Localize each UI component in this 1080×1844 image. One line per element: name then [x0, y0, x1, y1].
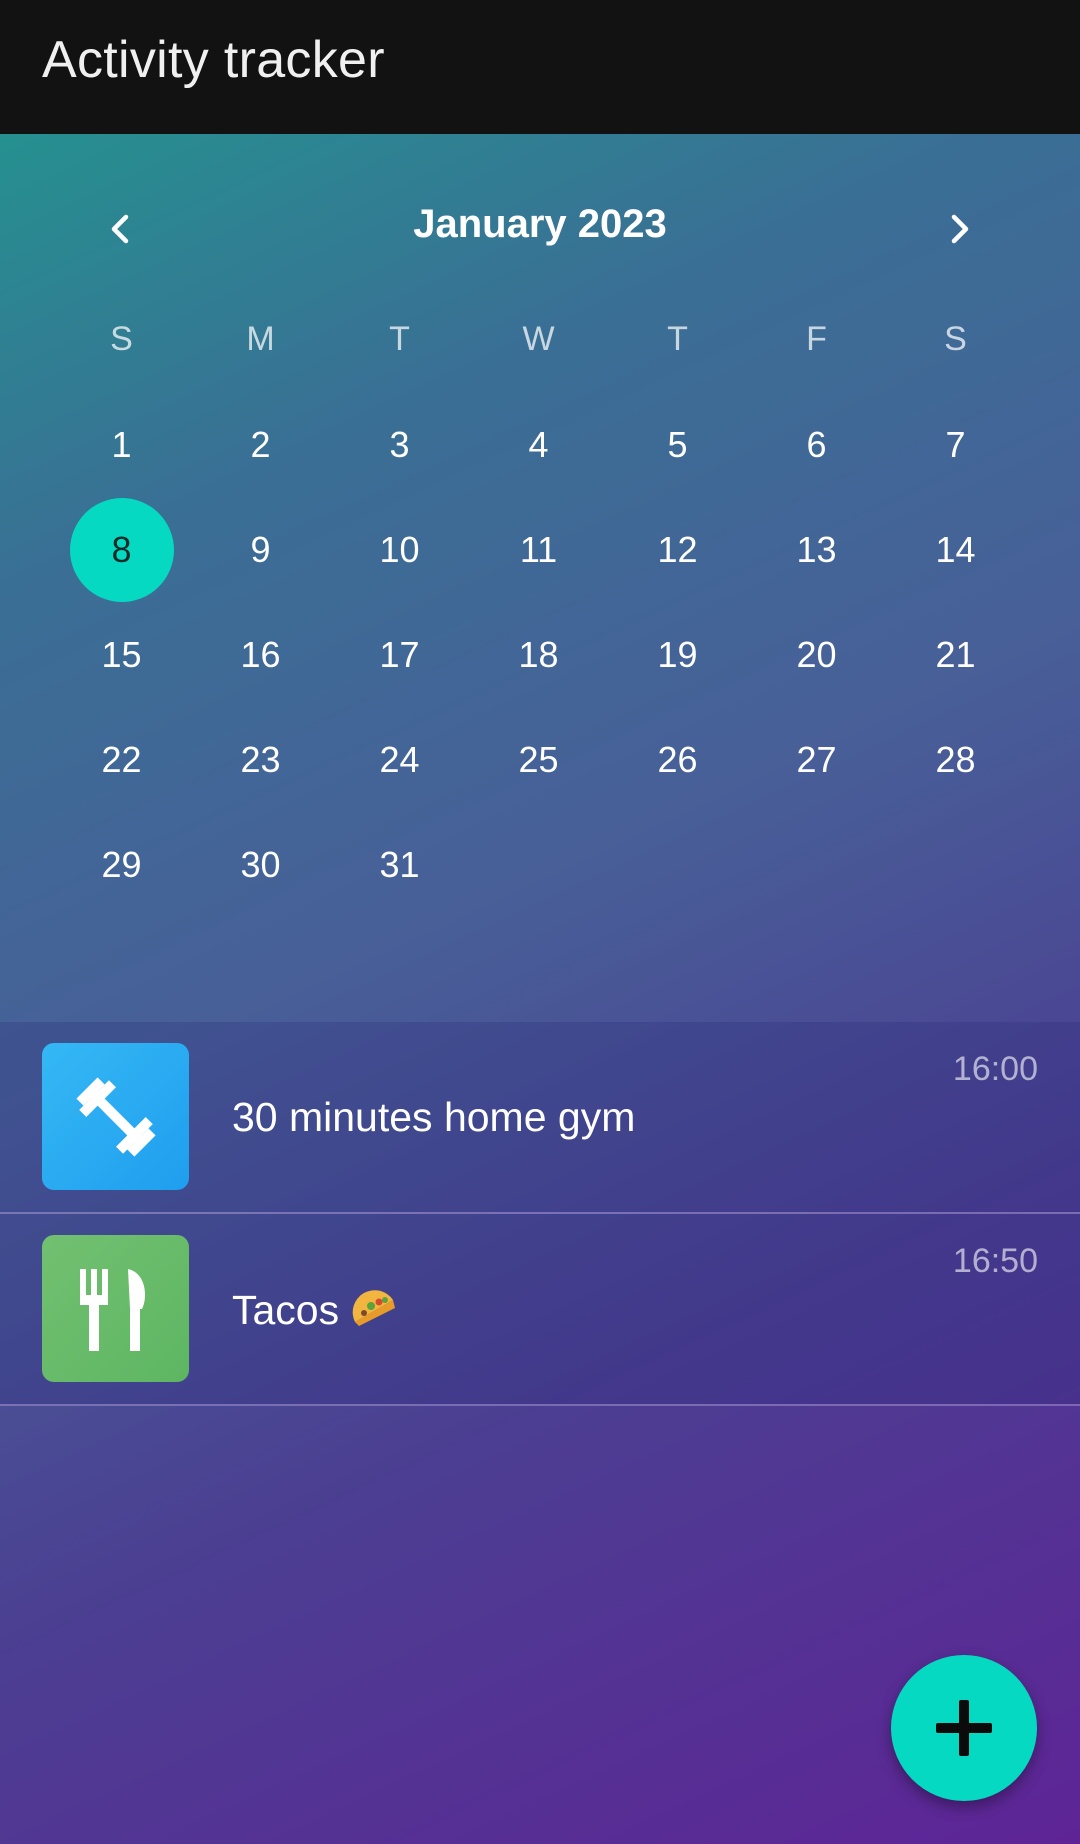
activity-time: 16:00 — [952, 1050, 1038, 1088]
calendar-day-number: 19 — [657, 633, 698, 675]
calendar-day-selected[interactable]: 8 — [52, 497, 191, 602]
month-label: January 2023 — [413, 202, 667, 246]
weekday-label: W — [522, 320, 555, 358]
calendar-day-number: 11 — [519, 528, 558, 570]
weekday-label: T — [667, 320, 688, 358]
calendar-day[interactable]: 27 — [747, 707, 886, 812]
calendar-day[interactable]: 11 — [469, 497, 608, 602]
activity-item-tacos[interactable]: Tacos 16:50 — [0, 1214, 1080, 1406]
activity-label: 30 minutes home gym — [232, 1094, 636, 1140]
calendar-day[interactable]: 31 — [330, 812, 469, 917]
activity-time: 16:50 — [952, 1242, 1038, 1280]
calendar-day-number: 2 — [250, 423, 271, 465]
calendar-day-number: 20 — [796, 633, 837, 675]
weekday-header-row: S M T W T F S — [52, 320, 1024, 359]
calendar-day[interactable]: 10 — [330, 497, 469, 602]
calendar-day-number: 30 — [240, 843, 281, 885]
calendar-day[interactable]: 16 — [191, 602, 330, 707]
calendar-day-number: 1 — [111, 423, 132, 465]
calendar-day[interactable]: 7 — [886, 392, 1025, 497]
calendar-day-number: 26 — [657, 738, 698, 780]
activity-item-gym[interactable]: 30 minutes home gym 16:00 — [0, 1022, 1080, 1214]
calendar-day-number: 7 — [945, 423, 966, 465]
calendar-day-number: 18 — [518, 633, 559, 675]
calendar-day[interactable]: 24 — [330, 707, 469, 812]
calendar-day[interactable]: 22 — [52, 707, 191, 812]
add-activity-button[interactable] — [891, 1655, 1037, 1801]
calendar-day-number: 28 — [935, 738, 976, 780]
weekday-label: S — [110, 320, 133, 358]
calendar-day[interactable]: 15 — [52, 602, 191, 707]
calendar-day[interactable]: 2 — [191, 392, 330, 497]
app-title: Activity tracker — [42, 31, 385, 89]
calendar-day-number: 5 — [667, 423, 688, 465]
weekday-label: M — [246, 320, 275, 358]
activity-label: Tacos — [232, 1286, 399, 1340]
calendar-day[interactable]: 13 — [747, 497, 886, 602]
calendar-day-number: 22 — [101, 738, 142, 780]
weekday-label: F — [806, 320, 827, 358]
activity-thumbnail — [42, 1235, 189, 1382]
calendar-day[interactable]: 28 — [886, 707, 1025, 812]
calendar-day[interactable]: 3 — [330, 392, 469, 497]
calendar-day-number: 15 — [101, 633, 142, 675]
calendar-day-number: 8 — [111, 528, 132, 570]
calendar-day-number: 31 — [379, 843, 420, 885]
calendar-day[interactable]: 21 — [886, 602, 1025, 707]
calendar-day[interactable]: 5 — [608, 392, 747, 497]
calendar-day-number: 21 — [935, 633, 976, 675]
calendar-day[interactable]: 25 — [469, 707, 608, 812]
calendar: January 2023 S M T W T F S 1 2 3 4 5 6 7 8 9 10 11… — [0, 134, 1080, 1022]
calendar-day[interactable]: 23 — [191, 707, 330, 812]
calendar-days-grid: 1 2 3 4 5 6 7 8 9 10 11 12 13 14 15 16 17 18 19 20 21 22 23 24 2… — [52, 392, 1024, 917]
plus-icon — [936, 1700, 992, 1756]
calendar-day-number: 3 — [389, 423, 410, 465]
calendar-day[interactable]: 18 — [469, 602, 608, 707]
calendar-day[interactable]: 30 — [191, 812, 330, 917]
weekday-label: T — [389, 320, 410, 358]
calendar-day-number: 4 — [528, 423, 549, 465]
calendar-day-number: 24 — [379, 738, 420, 780]
previous-month-button[interactable] — [86, 194, 156, 264]
calendar-day[interactable]: 9 — [191, 497, 330, 602]
calendar-day-number: 6 — [806, 423, 827, 465]
calendar-day-number: 29 — [101, 843, 142, 885]
activity-list: 30 minutes home gym 16:00 Tacos 16:50 — [0, 1022, 1080, 1406]
calendar-day-number: 17 — [379, 633, 420, 675]
calendar-day[interactable]: 20 — [747, 602, 886, 707]
calendar-day[interactable]: 12 — [608, 497, 747, 602]
calendar-day[interactable]: 17 — [330, 602, 469, 707]
calendar-day-number: 16 — [240, 633, 281, 675]
weekday-label: S — [944, 320, 967, 358]
calendar-header: January 2023 — [0, 194, 1080, 264]
calendar-day-number: 23 — [240, 738, 281, 780]
fork-knife-icon — [79, 1268, 145, 1351]
calendar-day-number: 12 — [657, 528, 698, 570]
calendar-day[interactable]: 6 — [747, 392, 886, 497]
chevron-right-icon — [951, 214, 969, 244]
calendar-day-number: 13 — [796, 528, 837, 570]
calendar-day-number: 27 — [796, 738, 837, 780]
calendar-day-number: 25 — [518, 738, 559, 780]
calendar-day-number: 14 — [935, 528, 976, 570]
calendar-day[interactable]: 14 — [886, 497, 1025, 602]
next-month-button[interactable] — [924, 194, 994, 264]
activity-thumbnail — [42, 1043, 189, 1190]
chevron-left-icon — [111, 214, 129, 244]
calendar-day[interactable]: 26 — [608, 707, 747, 812]
app-bar: Activity tracker — [0, 0, 1080, 134]
calendar-day[interactable]: 4 — [469, 392, 608, 497]
calendar-day-number: 9 — [250, 528, 271, 570]
dumbbell-icon — [75, 1076, 156, 1157]
calendar-day[interactable]: 29 — [52, 812, 191, 917]
calendar-day[interactable]: 1 — [52, 392, 191, 497]
calendar-day-number: 10 — [379, 528, 420, 570]
calendar-day[interactable]: 19 — [608, 602, 747, 707]
taco-emoji — [349, 1286, 399, 1340]
activity-label-text: Tacos — [232, 1286, 340, 1333]
